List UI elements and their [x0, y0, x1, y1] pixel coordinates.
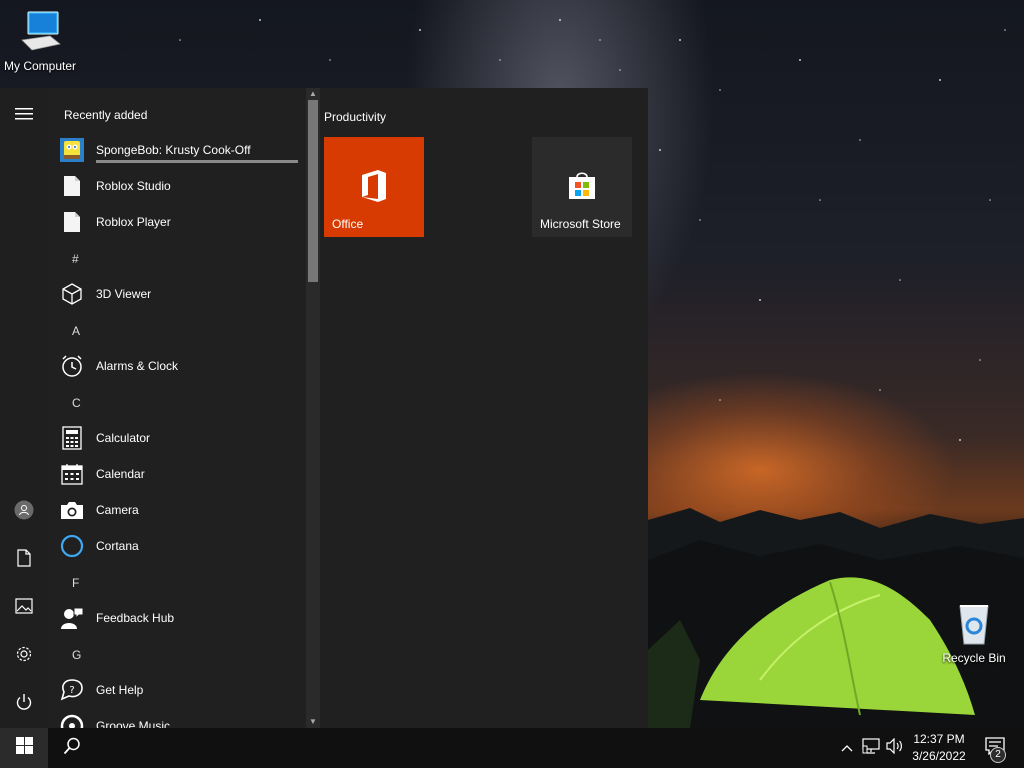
app-item-roblox-player[interactable]: Roblox Player — [60, 204, 304, 240]
app-label: Calculator — [96, 431, 151, 445]
scroll-up-icon[interactable]: ▲ — [306, 88, 320, 100]
show-hidden-icons-button[interactable] — [838, 728, 856, 768]
letter-header-a[interactable]: A — [72, 324, 80, 338]
network-icon — [862, 737, 880, 759]
start-menu: Recently added SpongeBob: Krusty Cook-Of… — [0, 88, 648, 728]
alarm-clock-icon — [60, 354, 84, 378]
app-list: Recently added SpongeBob: Krusty Cook-Of… — [48, 88, 304, 728]
desktop-icon-my-computer[interactable]: My Computer — [0, 10, 80, 73]
settings-gear-icon — [15, 645, 33, 668]
network-button[interactable] — [860, 728, 882, 768]
settings-button[interactable] — [0, 632, 48, 680]
app-item-calculator[interactable]: Calculator — [60, 420, 304, 456]
app-label: Feedback Hub — [96, 611, 175, 625]
cube-3d-icon — [60, 282, 84, 306]
install-progress-bar — [96, 160, 298, 163]
scroll-down-icon[interactable]: ▼ — [306, 716, 320, 728]
letter-header-f[interactable]: F — [72, 576, 79, 590]
search-icon — [63, 737, 81, 760]
app-label: Calendar — [96, 467, 145, 481]
clock-time: 12:37 PM — [913, 732, 965, 746]
start-menu-rail — [0, 88, 48, 728]
letter-header-c[interactable]: C — [72, 396, 81, 410]
scroll-thumb[interactable] — [308, 100, 318, 282]
install-progress-fill — [96, 160, 298, 163]
app-item-feedback-hub[interactable]: Feedback Hub — [60, 600, 304, 636]
pictures-icon — [15, 597, 33, 619]
computer-icon — [16, 11, 64, 57]
volume-icon — [886, 737, 904, 759]
app-label: Groove Music — [96, 719, 171, 728]
volume-button[interactable] — [884, 728, 906, 768]
app-label: SpongeBob: Krusty Cook-Off — [96, 143, 251, 157]
tiles-area: Productivity Office Microsoft Store — [320, 88, 648, 728]
app-label: Cortana — [96, 539, 139, 553]
notification-count-badge: 2 — [990, 747, 1006, 763]
app-list-scrollbar[interactable]: ▲ ▼ — [306, 88, 320, 728]
recycle-bin-icon — [952, 605, 996, 649]
cortana-ring-icon — [60, 534, 84, 558]
documents-icon — [16, 548, 32, 572]
app-label: Camera — [96, 503, 139, 517]
start-button[interactable] — [0, 728, 48, 768]
app-item-get-help[interactable]: ? Get Help — [60, 672, 304, 708]
calendar-icon — [60, 462, 84, 486]
chevron-up-icon — [841, 739, 853, 757]
groove-music-icon — [60, 714, 84, 728]
tile-label: Microsoft Store — [540, 217, 621, 231]
get-help-icon: ? — [60, 678, 84, 702]
windows-logo-icon — [15, 737, 33, 759]
feedback-hub-icon — [60, 606, 84, 630]
generic-file-icon — [60, 174, 84, 198]
app-item-roblox-studio[interactable]: Roblox Studio — [60, 168, 304, 204]
taskbar-clock[interactable]: 12:37 PM 3/26/2022 — [906, 731, 972, 765]
app-item-groove-music[interactable]: Groove Music — [60, 708, 304, 728]
app-label: Roblox Player — [96, 215, 171, 229]
tile-microsoft-store[interactable]: Microsoft Store — [532, 137, 632, 237]
tile-group-header-productivity[interactable]: Productivity — [324, 110, 386, 124]
recently-added-header: Recently added — [64, 108, 148, 122]
calculator-icon — [60, 426, 84, 450]
tile-label: Office — [332, 217, 364, 231]
generic-file-icon — [60, 210, 84, 234]
letter-header-g[interactable]: G — [72, 648, 81, 662]
pictures-button[interactable] — [0, 584, 48, 632]
app-item-3d-viewer[interactable]: 3D Viewer — [60, 276, 304, 312]
app-item-alarms-clock[interactable]: Alarms & Clock — [60, 348, 304, 384]
user-account-button[interactable] — [0, 488, 48, 536]
app-label: Roblox Studio — [96, 179, 171, 193]
tile-office[interactable]: Office — [324, 137, 424, 237]
search-button[interactable] — [48, 728, 96, 768]
power-icon — [15, 693, 33, 716]
app-item-cortana[interactable]: Cortana — [60, 528, 304, 564]
desktop-icon-label: Recycle Bin — [942, 651, 1006, 665]
app-label: Get Help — [96, 683, 144, 697]
desktop-icon-recycle-bin[interactable]: Recycle Bin — [934, 600, 1014, 665]
taskbar: 12:37 PM 3/26/2022 2 — [0, 728, 1024, 768]
app-label: 3D Viewer — [96, 287, 152, 301]
power-button[interactable] — [0, 680, 48, 728]
app-item-camera[interactable]: Camera — [60, 492, 304, 528]
spongebob-app-icon — [60, 138, 84, 162]
desktop-icon-label: My Computer — [3, 59, 77, 73]
svg-text:?: ? — [69, 685, 74, 696]
app-item-calendar[interactable]: Calendar — [60, 456, 304, 492]
office-logo-icon — [359, 169, 389, 208]
clock-date: 3/26/2022 — [912, 749, 966, 763]
expand-menu-button[interactable] — [0, 92, 48, 140]
camera-icon — [60, 498, 84, 522]
app-label: Alarms & Clock — [96, 359, 179, 373]
store-bag-icon — [566, 169, 598, 206]
user-account-icon — [14, 500, 34, 525]
hamburger-menu-icon — [15, 107, 33, 126]
documents-button[interactable] — [0, 536, 48, 584]
letter-header-hash[interactable]: # — [72, 252, 79, 266]
